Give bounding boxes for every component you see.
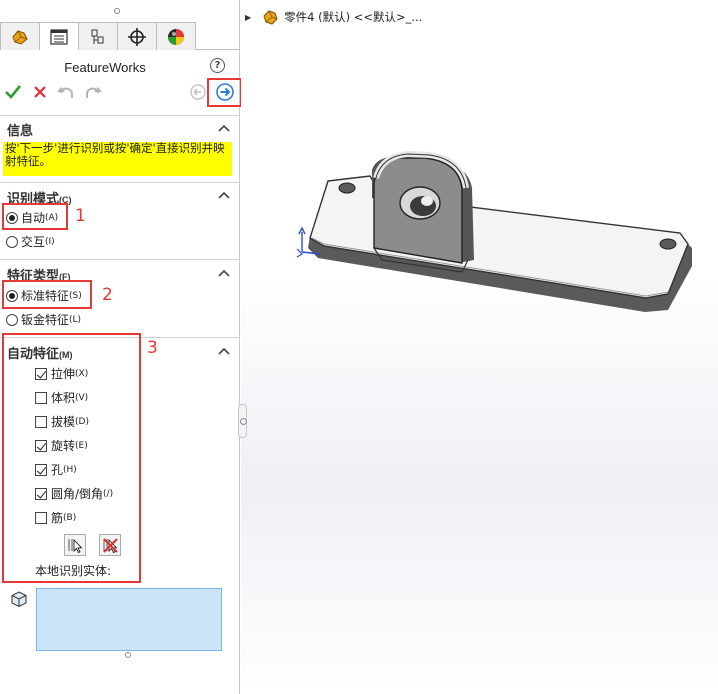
radio-sheetmetal-features[interactable]: 钣金特征 (L) (6, 311, 81, 328)
info-section-title: 信息 (7, 123, 34, 138)
feature-manager-icon (12, 29, 28, 45)
property-manager-panel: FeatureWorks ? 信息 按'下一步'进行识别或按'确定'直接识别并映… (0, 0, 259, 694)
redo-button[interactable] (83, 82, 103, 102)
tab-property-manager[interactable] (39, 22, 79, 50)
radio-button[interactable] (6, 235, 18, 248)
chevron-up-icon[interactable] (218, 269, 230, 277)
annotation-number-2: 2 (102, 285, 113, 305)
dimxpert-icon (128, 27, 146, 46)
radio-button[interactable] (6, 313, 18, 326)
annotation-box-3 (2, 333, 141, 583)
cancel-button[interactable] (30, 82, 50, 102)
part-model-render[interactable] (290, 148, 700, 328)
feature-tree-root[interactable]: ▶ 零件4 (默认) <<默认>_... (245, 8, 422, 26)
part-name-label: 零件4 (默认) <<默认>_... (284, 10, 423, 24)
checkmark-icon (5, 85, 22, 99)
back-button[interactable] (188, 82, 208, 102)
part-icon (263, 10, 278, 25)
panel-grip-bottom[interactable] (125, 652, 131, 658)
expand-arrow-icon[interactable]: ▶ (245, 13, 251, 22)
panel-grip-top[interactable] (114, 8, 120, 14)
annotation-box-4 (207, 78, 242, 107)
appearance-icon (168, 28, 184, 45)
tab-configuration-manager[interactable] (78, 22, 118, 50)
tab-dimxpert-manager[interactable] (117, 22, 157, 50)
tab-feature-manager[interactable] (0, 22, 40, 50)
tab-display-manager[interactable] (156, 22, 196, 50)
close-icon (34, 86, 46, 98)
local-bodies-list[interactable] (36, 588, 222, 651)
solid-body-icon (11, 591, 27, 608)
undo-icon (57, 87, 73, 98)
undo-button[interactable] (56, 82, 76, 102)
chevron-up-icon[interactable] (218, 347, 230, 355)
radio-interactive[interactable]: 交互 (I) (6, 233, 55, 250)
panel-title: FeatureWorks (64, 60, 146, 75)
annotation-number-3: 3 (147, 338, 158, 358)
separator (0, 259, 240, 260)
panel-collapse-handle[interactable] (238, 404, 247, 438)
info-message: 按'下一步'进行识别或按'确定'直接识别并映射特征。 (3, 142, 232, 176)
help-icon[interactable]: ? (210, 58, 225, 73)
separator (0, 115, 240, 116)
annotation-number-1: 1 (75, 206, 86, 226)
annotation-box-2 (2, 280, 92, 309)
annotation-box-1 (2, 203, 68, 230)
separator (0, 182, 240, 183)
ok-button[interactable] (3, 82, 23, 102)
redo-icon (86, 87, 102, 98)
chevron-up-icon[interactable] (218, 124, 230, 132)
manager-tabbar (0, 22, 240, 50)
property-manager-icon (50, 28, 68, 45)
arrow-left-circle-icon (190, 84, 206, 100)
graphics-area[interactable] (241, 0, 718, 694)
configuration-manager-icon (91, 29, 104, 44)
chevron-up-icon[interactable] (218, 191, 230, 199)
